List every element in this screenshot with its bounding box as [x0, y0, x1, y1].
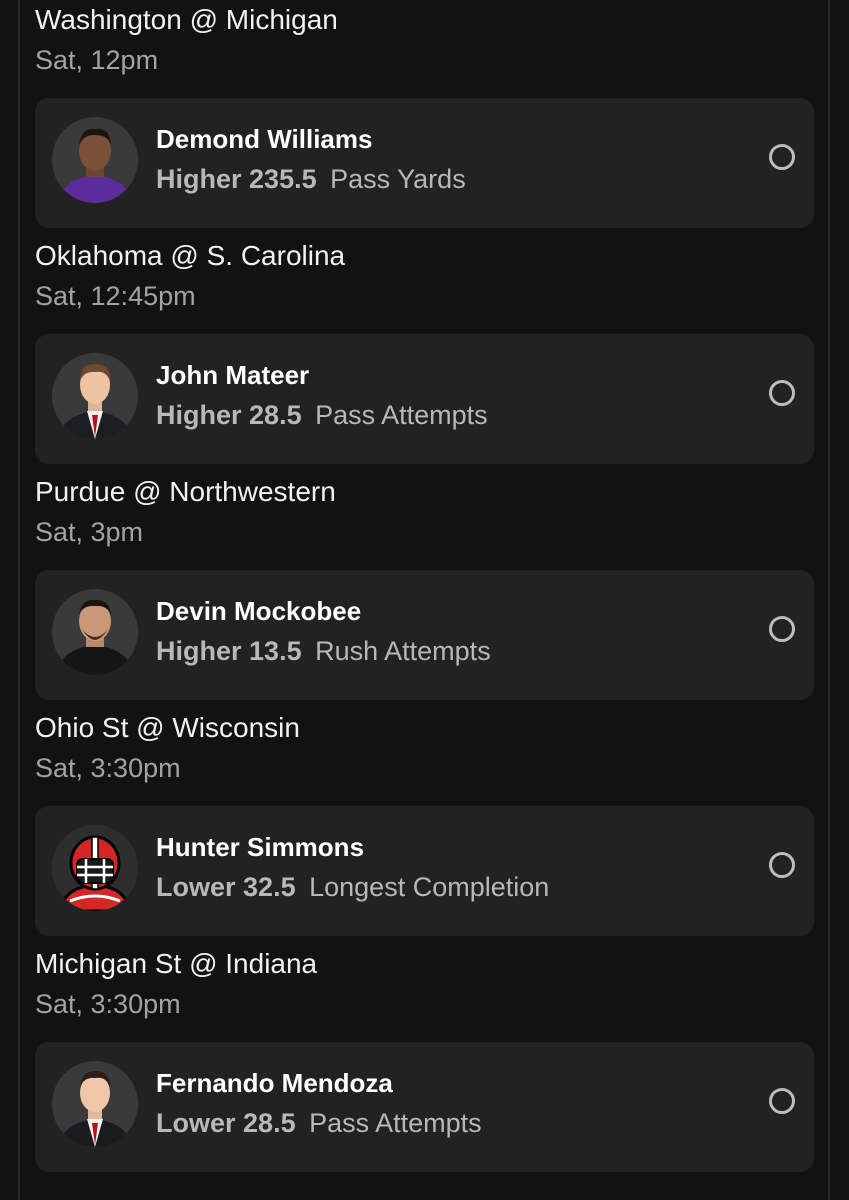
- player-avatar: [52, 1061, 138, 1147]
- pick-value: 28.5: [249, 400, 302, 430]
- select-radio-button[interactable]: [769, 144, 795, 170]
- game-matchup: Oklahoma @ S. Carolina: [35, 240, 346, 271]
- pick-card[interactable]: Fernando Mendoza Lower 28.5 Pass Attempt…: [35, 1042, 814, 1172]
- picks-list: Washington @ Michigan Sat, 12pm Demond W…: [35, 0, 814, 1180]
- pick-value: 32.5: [243, 872, 296, 902]
- game-section: Purdue @ Northwestern Sat, 3pm Devin Moc…: [35, 472, 814, 708]
- player-avatar: [52, 353, 138, 439]
- game-section: Washington @ Michigan Sat, 12pm Demond W…: [35, 0, 814, 236]
- pick-card[interactable]: John Mateer Higher 28.5 Pass Attempts: [35, 334, 814, 464]
- pick-direction: Higher: [156, 400, 242, 430]
- pick-stat: Pass Attempts: [315, 400, 488, 430]
- player-avatar: [52, 117, 138, 203]
- pick-card[interactable]: Demond Williams Higher 235.5 Pass Yards: [35, 98, 814, 228]
- player-photo: [52, 353, 138, 439]
- game-section: Ohio St @ Wisconsin Sat, 3:30pm Hunter S…: [35, 708, 814, 944]
- game-time: Sat, 3:30pm: [35, 753, 181, 783]
- select-radio-button[interactable]: [769, 852, 795, 878]
- pick-value: 235.5: [249, 164, 317, 194]
- pick-stat: Pass Yards: [330, 164, 466, 194]
- player-avatar: [52, 589, 138, 675]
- game-matchup: Ohio St @ Wisconsin: [35, 712, 300, 743]
- player-avatar: [52, 825, 138, 911]
- pick-card[interactable]: Hunter Simmons Lower 32.5 Longest Comple…: [35, 806, 814, 936]
- player-name: John Mateer: [156, 360, 310, 390]
- game-matchup: Purdue @ Northwestern: [35, 476, 336, 507]
- game-matchup: Michigan St @ Indiana: [35, 948, 318, 979]
- game-section: Oklahoma @ S. Carolina Sat, 12:45pm John…: [35, 236, 814, 472]
- player-photo: [52, 589, 138, 675]
- pick-value: 13.5: [249, 636, 302, 666]
- select-radio-button[interactable]: [769, 1088, 795, 1114]
- pick-direction: Lower: [156, 1108, 236, 1138]
- game-matchup: Washington @ Michigan: [35, 4, 338, 35]
- game-section: Michigan St @ Indiana Sat, 3:30pm Fernan…: [35, 944, 814, 1180]
- select-radio-button[interactable]: [769, 380, 795, 406]
- game-time: Sat, 12pm: [35, 45, 159, 75]
- pick-value: 28.5: [243, 1108, 296, 1138]
- player-name: Hunter Simmons: [156, 832, 365, 862]
- player-name: Demond Williams: [156, 124, 373, 154]
- player-name: Fernando Mendoza: [156, 1068, 393, 1098]
- pick-line: Higher 235.5 Pass Yards: [156, 164, 466, 195]
- game-time: Sat, 3:30pm: [35, 989, 181, 1019]
- pick-line: Lower 32.5 Longest Completion: [156, 872, 549, 903]
- pick-direction: Lower: [156, 872, 236, 902]
- pick-line: Higher 28.5 Pass Attempts: [156, 400, 488, 431]
- player-photo: [52, 117, 138, 203]
- pick-line: Higher 13.5 Rush Attempts: [156, 636, 491, 667]
- game-time: Sat, 3pm: [35, 517, 144, 547]
- select-radio-button[interactable]: [769, 616, 795, 642]
- football-player-icon: [52, 825, 138, 911]
- pick-stat: Longest Completion: [309, 872, 550, 902]
- pick-direction: Higher: [156, 164, 242, 194]
- pick-card[interactable]: Devin Mockobee Higher 13.5 Rush Attempts: [35, 570, 814, 700]
- pick-stat: Pass Attempts: [309, 1108, 482, 1138]
- player-name: Devin Mockobee: [156, 596, 362, 626]
- pick-stat: Rush Attempts: [315, 636, 491, 666]
- player-photo: [52, 1061, 138, 1147]
- pick-direction: Higher: [156, 636, 242, 666]
- game-time: Sat, 12:45pm: [35, 281, 196, 311]
- pick-line: Lower 28.5 Pass Attempts: [156, 1108, 482, 1139]
